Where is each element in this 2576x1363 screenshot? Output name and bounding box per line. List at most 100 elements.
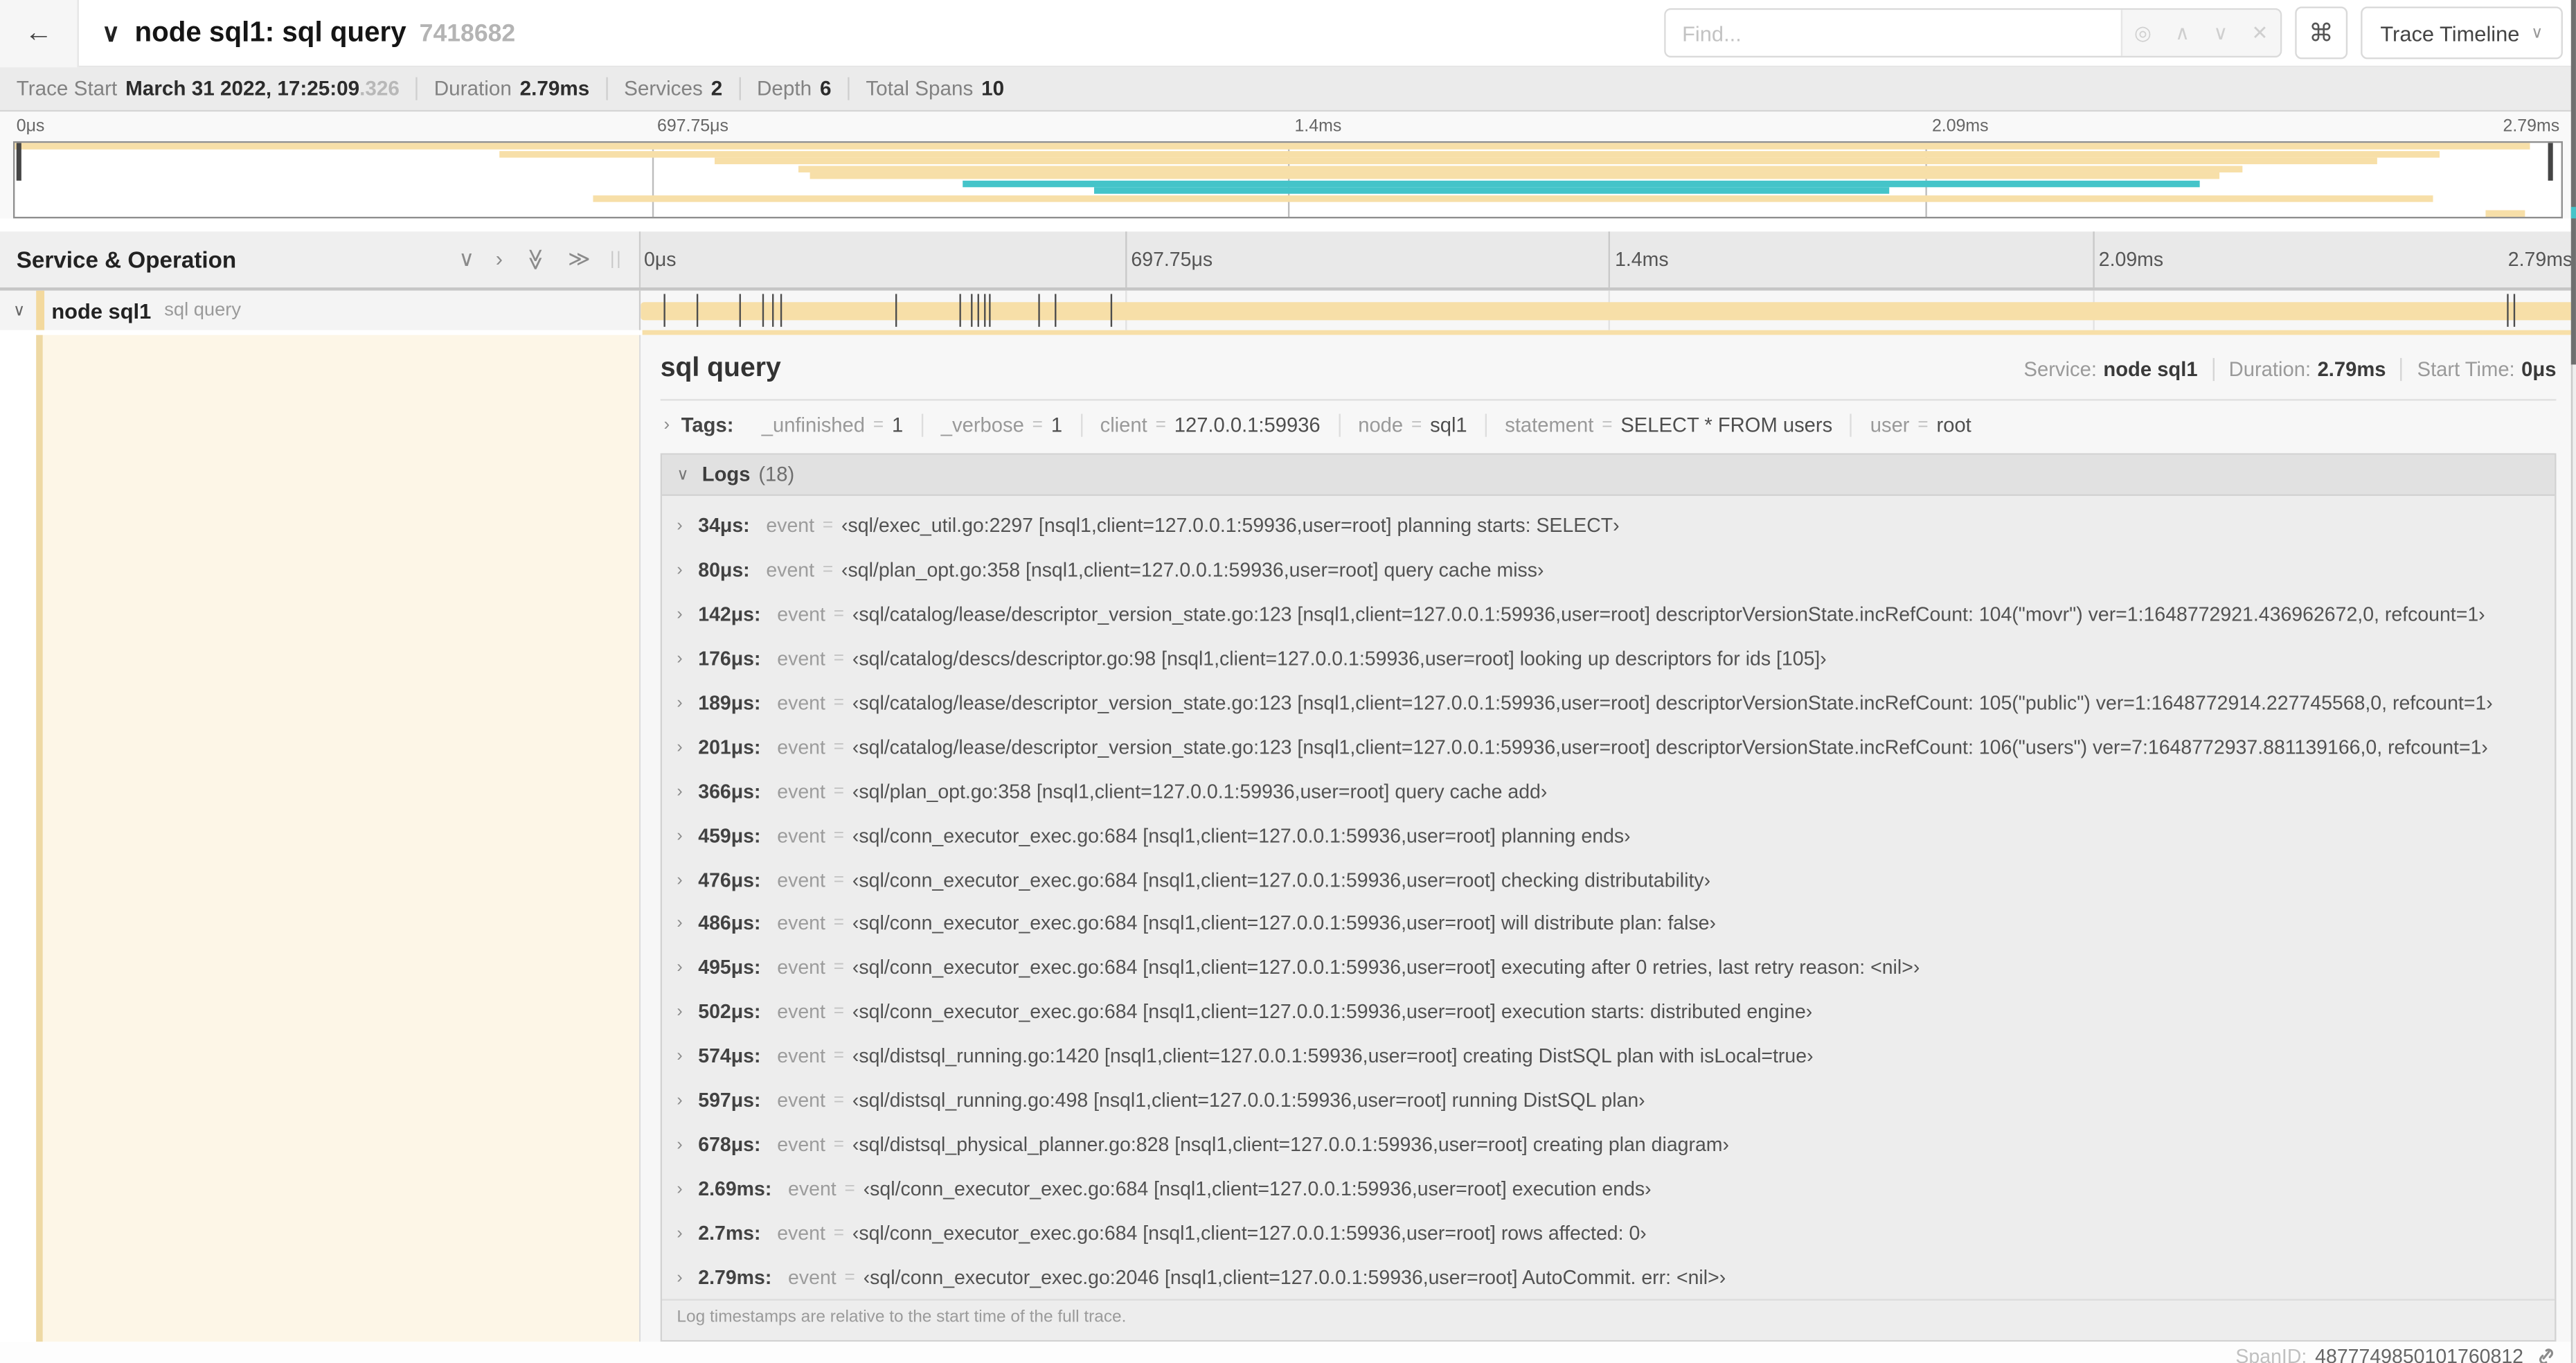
log-row[interactable]: › 176μs: event = ‹sql/catalog/descs/descript… xyxy=(662,636,2555,681)
log-field-name: event xyxy=(777,647,825,670)
logs-label: Logs xyxy=(701,463,751,486)
view-select-button[interactable]: Trace Timeline ∨ xyxy=(2360,6,2563,60)
log-event-value: ‹sql/catalog/lease/descriptor_version_st… xyxy=(852,603,2485,626)
log-row[interactable]: › 201μs: event = ‹sql/catalog/lease/descript… xyxy=(662,725,2555,769)
target-icon[interactable]: ◎ xyxy=(2134,21,2152,44)
log-timestamp: 486μs: xyxy=(698,912,761,936)
trace-info-item: Depth 6 xyxy=(757,77,831,100)
log-marker-tick xyxy=(971,294,973,327)
trace-info-item: Duration 2.79ms xyxy=(434,77,590,100)
time-axis-gridline xyxy=(1608,231,1610,287)
minimap-left-scrubber[interactable] xyxy=(16,143,21,181)
log-timestamp: 678μs: xyxy=(698,1132,761,1157)
clear-icon[interactable]: ✕ xyxy=(2251,21,2268,44)
time-axis-label: 2.09ms xyxy=(1931,116,1989,136)
span-duration-bar[interactable] xyxy=(641,302,2576,321)
collapse-one-icon[interactable]: ∨ xyxy=(458,247,474,271)
log-row[interactable]: › 597μs: event = ‹sql/distsql_running.go:498… xyxy=(662,1078,2555,1123)
log-timestamp: 502μs: xyxy=(698,1000,761,1024)
log-timestamp: 597μs: xyxy=(698,1089,761,1112)
equals-sign: = xyxy=(833,958,845,978)
log-timestamp: 142μs: xyxy=(698,603,761,626)
chevron-right-icon: › xyxy=(677,1222,683,1243)
time-axis-gridline xyxy=(1124,231,1127,287)
span-detail-section: sql query Service: node sql1 Duration: 2.79… xyxy=(0,335,2576,1342)
log-row[interactable]: › 502μs: event = ‹sql/conn_executor_exec.go:… xyxy=(662,990,2555,1034)
log-marker-tick xyxy=(958,294,961,327)
logs-list: › 34μs: event = ‹sql/exec_util.go:2297 [nsql… xyxy=(662,496,2555,1299)
log-event-value: ‹sql/catalog/lease/descriptor_version_st… xyxy=(852,691,2493,715)
tags-row[interactable]: › Tags: _unfinished = 1 _verbose = 1 client = 127.… xyxy=(661,401,2557,452)
equals-sign: = xyxy=(833,693,845,713)
timeline-minimap-section: 0μs 697.75μs 1.4ms 2.09ms 2.79ms xyxy=(0,112,2576,219)
expand-all-icon[interactable]: ≫ xyxy=(568,247,590,271)
chevron-down-icon[interactable]: ∨ xyxy=(13,301,25,319)
collapse-all-icon[interactable]: ≫ xyxy=(522,248,548,270)
trace-collapse-icon[interactable]: ∨ xyxy=(102,18,120,48)
log-field-name: event xyxy=(777,1132,825,1157)
span-row-label[interactable]: ∨ node sql1 sql query xyxy=(0,290,641,330)
detail-gutter xyxy=(0,335,37,1342)
find-input[interactable] xyxy=(1665,10,2121,56)
log-event-value: ‹sql/catalog/lease/descriptor_version_st… xyxy=(852,735,2488,759)
span-detail-header: sql query Service: node sql1 Duration: 2.79… xyxy=(660,335,2557,401)
logs-header[interactable]: ∨ Logs (18) xyxy=(662,454,2555,497)
top-bar: ← ∨ node sql1: sql query 7418682 ◎∧∨✕ ⌘ … xyxy=(0,0,2576,68)
back-button[interactable]: ← xyxy=(0,0,79,67)
log-field-name: event xyxy=(777,779,825,803)
scrollbar-thumb[interactable] xyxy=(2570,0,2576,365)
column-resize-grip[interactable]: || xyxy=(610,249,623,269)
prev-match-icon[interactable]: ∧ xyxy=(2175,21,2190,44)
span-accent-bar xyxy=(642,330,2576,335)
page-scrollbar[interactable] xyxy=(2570,0,2576,1363)
equals-sign: = xyxy=(833,1001,845,1022)
tag-value: sql1 xyxy=(1430,413,1467,437)
tag-item: statement = SELECT * FROM users xyxy=(1487,413,1852,437)
log-event-value: ‹sql/conn_executor_exec.go:684 [nsql1,cl… xyxy=(852,956,1920,979)
log-field-name: event xyxy=(766,515,815,538)
tag-key: client xyxy=(1100,413,1147,437)
chevron-right-icon: › xyxy=(677,781,683,801)
link-icon[interactable] xyxy=(2535,1345,2557,1363)
minimap-span-bar xyxy=(809,172,2220,180)
log-row[interactable]: › 189μs: event = ‹sql/catalog/lease/descript… xyxy=(662,681,2555,725)
log-row[interactable]: › 2.79ms: event = ‹sql/conn_executor_exec.go… xyxy=(662,1255,2555,1299)
log-timestamp: 495μs: xyxy=(698,956,761,979)
log-row[interactable]: › 366μs: event = ‹sql/plan_opt.go:358 [nsql1… xyxy=(662,769,2555,813)
log-row[interactable]: › 495μs: event = ‹sql/conn_executor_exec.go:… xyxy=(662,946,2555,990)
expand-one-icon[interactable]: › xyxy=(496,247,503,271)
log-row[interactable]: › 2.7ms: event = ‹sql/conn_executor_exec.go:… xyxy=(662,1211,2555,1255)
log-row[interactable]: › 34μs: event = ‹sql/exec_util.go:2297 [nsql… xyxy=(662,504,2555,549)
span-id-label: SpanID: xyxy=(2235,1344,2307,1363)
log-row[interactable]: › 486μs: event = ‹sql/conn_executor_exec.go:… xyxy=(662,902,2555,946)
log-row[interactable]: › 476μs: event = ‹sql/conn_executor_exec.go:… xyxy=(662,857,2555,902)
log-row[interactable]: › 2.69ms: event = ‹sql/conn_executor_exec.go… xyxy=(662,1166,2555,1211)
span-detail-meta: Service: node sql1 Duration: 2.79ms Start Ti… xyxy=(2024,357,2556,382)
chevron-right-icon: › xyxy=(677,516,683,537)
log-row[interactable]: › 678μs: event = ‹sql/distsql_physical_plann… xyxy=(662,1123,2555,1167)
detail-span-highlight-column xyxy=(36,335,639,1342)
log-event-value: ‹sql/exec_util.go:2297 [nsql1,client=127… xyxy=(841,515,1620,538)
log-timestamp: 2.7ms: xyxy=(698,1221,761,1245)
detail-meta-label: Start Time: xyxy=(2417,357,2515,382)
log-row[interactable]: › 459μs: event = ‹sql/conn_executor_exec.go:… xyxy=(662,813,2555,857)
next-match-icon[interactable]: ∨ xyxy=(2213,21,2228,44)
divider xyxy=(2212,357,2215,382)
time-axis-label: 697.75μs xyxy=(1131,248,1213,271)
page-title: node sql1: sql query xyxy=(134,16,406,48)
log-event-value: ‹sql/conn_executor_exec.go:2046 [nsql1,c… xyxy=(863,1265,1726,1289)
log-row[interactable]: › 142μs: event = ‹sql/catalog/lease/descript… xyxy=(662,592,2555,636)
keyboard-shortcuts-button[interactable]: ⌘ xyxy=(2294,6,2347,60)
chevron-right-icon: › xyxy=(677,914,683,934)
timeline-toolbar: ∨ › ≫ ≫ xyxy=(438,244,590,274)
back-arrow-icon: ← xyxy=(24,16,53,48)
minimap-right-scrubber[interactable] xyxy=(2548,143,2553,181)
span-detail-title: sql query xyxy=(660,353,781,383)
log-row[interactable]: › 574μs: event = ‹sql/distsql_running.go:142… xyxy=(662,1034,2555,1078)
log-field-name: event xyxy=(777,1089,825,1112)
timeline-minimap[interactable] xyxy=(12,141,2563,219)
tag-item: _verbose = 1 xyxy=(923,413,1082,437)
log-timestamp: 574μs: xyxy=(698,1044,761,1068)
span-bar-track[interactable] xyxy=(641,290,2576,330)
log-row[interactable]: › 80μs: event = ‹sql/plan_opt.go:358 [nsql1,… xyxy=(662,549,2555,593)
